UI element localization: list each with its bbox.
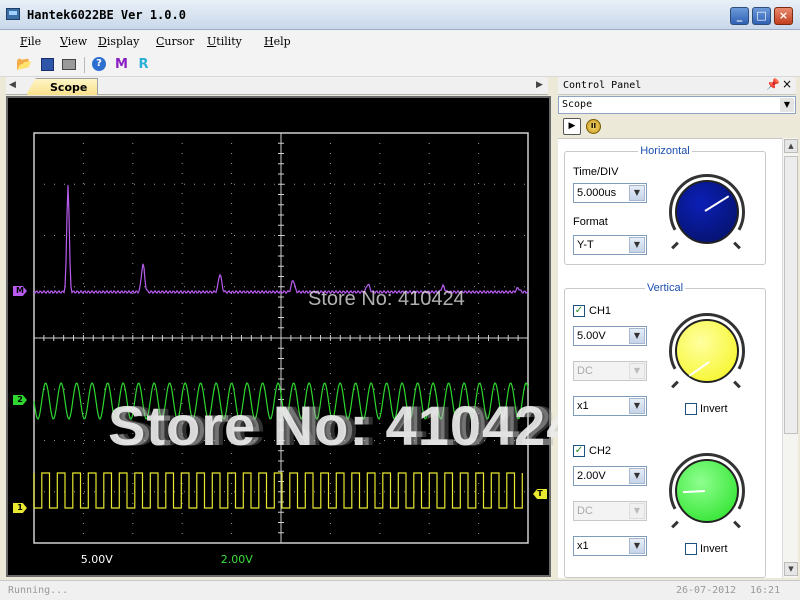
mode-select[interactable]: Scope ▼ — [558, 96, 796, 114]
ch1-label: CH1 — [589, 305, 612, 317]
math-toolbar-button[interactable]: M — [113, 56, 130, 73]
vertical-title: Vertical — [644, 282, 686, 294]
menu-display[interactable]: Display — [98, 35, 139, 48]
chevron-down-icon: ▼ — [629, 237, 645, 253]
menu-file[interactable]: File — [20, 35, 41, 48]
pause-button[interactable]: II — [586, 119, 601, 134]
ch2-invert-label: Invert — [700, 543, 728, 555]
window-title: Hantek6022BE Ver 1.0.0 — [27, 8, 186, 22]
control-panel-scrollbar[interactable]: ▲ ▼ — [782, 138, 798, 578]
play-button[interactable]: ▶ — [563, 118, 581, 135]
format-label: Format — [573, 216, 608, 228]
chevron-down-icon: ▼ — [629, 503, 645, 519]
ch1-readout-label: CH1 :::: — [34, 554, 72, 566]
print-icon[interactable] — [61, 56, 78, 73]
ch2-invert-checkbox[interactable] — [685, 543, 697, 555]
ch1-readout-value: 5.00V — [80, 553, 113, 566]
horizontal-group: Horizontal Time/DIV 5.000us ▼ Format Y-T ▼ — [564, 145, 766, 265]
ch2-probe-select[interactable]: x1 ▼ — [573, 536, 647, 556]
knob-foot — [671, 380, 679, 389]
panel-close-icon[interactable]: × — [782, 77, 792, 91]
scope-display[interactable]: M 2 1 T Store No: 410424 Store No: 41042… — [6, 96, 577, 577]
scroll-down-icon[interactable]: ▼ — [784, 562, 798, 576]
control-panel-header: Control Panel 📌 × — [558, 77, 796, 95]
scope-grid — [33, 132, 529, 544]
menu-cursor[interactable]: Cursor — [156, 35, 194, 48]
status-time: 16:21 — [750, 585, 781, 596]
open-folder-icon[interactable]: 📂 — [16, 56, 33, 73]
ch2-readout-value: 2.00V — [220, 553, 253, 566]
scroll-up-icon[interactable]: ▲ — [784, 139, 798, 153]
format-select[interactable]: Y-T ▼ — [573, 235, 647, 255]
tab-strip: ◀ Scope ▶ — [6, 77, 548, 95]
ch2-readout: CH2 :::: 2.00V — [174, 553, 253, 566]
chevron-down-icon: ▼ — [629, 328, 645, 344]
app-icon — [6, 8, 20, 20]
time-div-knob[interactable] — [675, 180, 739, 244]
chevron-down-icon: ▼ — [629, 398, 645, 414]
ch2-label: CH2 — [589, 445, 612, 457]
toolbar-separator — [84, 57, 85, 73]
watermark-big: Store No: 410424 — [108, 394, 579, 457]
status-bar: Running... 26-07-2012 16:21 — [0, 580, 800, 600]
knob-foot — [733, 241, 741, 250]
knob-foot — [733, 380, 741, 389]
chevron-down-icon[interactable]: ▼ — [780, 98, 794, 112]
tab-scope[interactable]: Scope — [26, 78, 98, 95]
status-text: Running... — [8, 585, 69, 596]
knob-foot — [733, 520, 741, 529]
chevron-down-icon: ▼ — [629, 468, 645, 484]
chevron-down-icon: ▼ — [629, 363, 645, 379]
knob-foot — [671, 241, 679, 250]
ch1-invert-checkbox[interactable] — [685, 403, 697, 415]
pin-icon[interactable]: 📌 — [766, 78, 780, 91]
tab-scroll-right-icon[interactable]: ▶ — [536, 80, 543, 90]
menu-view[interactable]: View — [60, 35, 87, 48]
ch1-volts-knob[interactable] — [675, 319, 739, 383]
title-bar: Hantek6022BE Ver 1.0.0 _ □ × — [0, 0, 800, 30]
scope-screen — [33, 132, 529, 544]
reference-toolbar-button[interactable]: R — [135, 56, 152, 73]
tab-scroll-left-icon[interactable]: ◀ — [9, 80, 16, 90]
control-panel-body: Horizontal Time/DIV 5.000us ▼ Format Y-T ▼… — [558, 138, 782, 578]
ch2-checkbox[interactable]: ✓ — [573, 445, 585, 457]
toolbar: 📂 ? M R — [0, 52, 800, 77]
time-div-label: Time/DIV — [573, 166, 619, 178]
watermark-small: Store No: 410424 — [308, 288, 465, 310]
help-icon[interactable]: ? — [91, 56, 108, 73]
ch1-trace — [33, 472, 523, 509]
vertical-group: Vertical ✓ CH1 5.00V ▼ DC ▼ x1 ▼ Invert ✓ C… — [564, 282, 766, 578]
ch1-coupling-select[interactable]: DC ▼ — [573, 361, 647, 381]
knob-foot — [671, 520, 679, 529]
ch2-volts-select[interactable]: 2.00V ▼ — [573, 466, 647, 486]
menu-bar: File View Display Cursor Utility Help — [0, 30, 800, 52]
ch1-checkbox[interactable]: ✓ — [573, 305, 585, 317]
ch1-readout: CH1 :::: 5.00V — [34, 553, 113, 566]
ch1-probe-select[interactable]: x1 ▼ — [573, 396, 647, 416]
horizontal-title: Horizontal — [638, 145, 692, 157]
save-icon[interactable] — [39, 56, 56, 73]
minimize-button[interactable]: _ — [730, 7, 749, 25]
scrollbar-thumb[interactable] — [784, 156, 798, 434]
close-button[interactable]: × — [774, 7, 793, 25]
time-div-select[interactable]: 5.000us ▼ — [573, 183, 647, 203]
maximize-button[interactable]: □ — [752, 7, 771, 25]
control-panel-title: Control Panel — [563, 80, 642, 91]
menu-utility[interactable]: Utility — [207, 35, 242, 48]
ch1-invert-label: Invert — [700, 403, 728, 415]
menu-help[interactable]: Help — [264, 35, 291, 48]
ch1-volts-select[interactable]: 5.00V ▼ — [573, 326, 647, 346]
chevron-down-icon: ▼ — [629, 185, 645, 201]
ch2-readout-label: CH2 :::: — [174, 554, 212, 566]
status-date: 26-07-2012 — [676, 585, 737, 596]
ch2-coupling-select[interactable]: DC ▼ — [573, 501, 647, 521]
chevron-down-icon: ▼ — [629, 538, 645, 554]
